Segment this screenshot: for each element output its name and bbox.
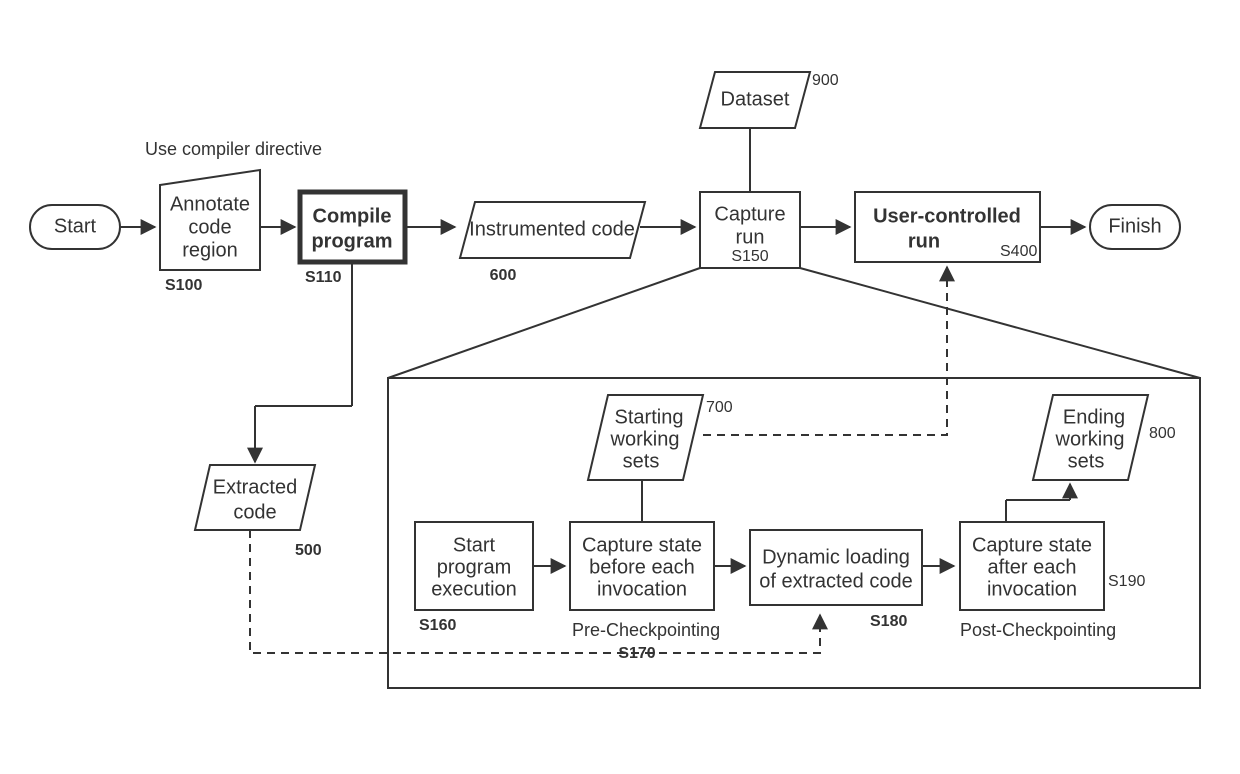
svg-text:Capture state: Capture state (582, 534, 702, 556)
ending-sets-node: Ending working sets 800 (1033, 395, 1176, 480)
svg-text:run: run (736, 226, 765, 248)
flowchart: Use compiler directive Start Annotate co… (0, 0, 1240, 774)
capture-run-node: Capture run S150 (700, 192, 800, 268)
user-controlled-node: User-controlled run S400 (855, 192, 1040, 262)
dynamic-load-node: Dynamic loading of extracted code S180 (750, 530, 922, 630)
annotation-label: Use compiler directive (145, 139, 322, 159)
svg-text:Dynamic loading: Dynamic loading (762, 546, 910, 568)
capture-after-node: Capture state after each invocation S190… (960, 522, 1145, 640)
start-node: Start (30, 205, 120, 249)
svg-text:Dataset: Dataset (721, 88, 790, 110)
svg-text:code: code (188, 216, 231, 238)
svg-text:S160: S160 (419, 617, 456, 634)
svg-text:of extracted code: of extracted code (759, 570, 912, 592)
start-exec-node: Start program execution S160 (415, 522, 533, 634)
svg-text:run: run (908, 230, 940, 252)
svg-text:700: 700 (706, 399, 733, 416)
svg-text:S100: S100 (165, 277, 202, 294)
svg-text:Capture state: Capture state (972, 534, 1092, 556)
svg-text:User-controlled: User-controlled (873, 205, 1021, 227)
dataset-node: Dataset 900 (700, 72, 839, 128)
svg-text:Capture: Capture (714, 203, 785, 225)
finish-text: Finish (1108, 215, 1161, 237)
svg-text:sets: sets (623, 450, 660, 472)
svg-text:Ending: Ending (1063, 406, 1125, 428)
svg-text:S190: S190 (1108, 573, 1145, 590)
svg-text:800: 800 (1149, 425, 1176, 442)
svg-text:before each: before each (589, 556, 695, 578)
svg-text:S400: S400 (1000, 243, 1037, 260)
svg-text:working: working (610, 428, 680, 450)
svg-text:program: program (437, 556, 511, 578)
capture-before-node: Capture state before each invocation S17… (570, 522, 720, 662)
annotate-node: Annotate code region S100 (160, 170, 260, 294)
svg-text:invocation: invocation (987, 578, 1077, 600)
expand-right (800, 268, 1200, 378)
extracted-code-node: Extracted code 500 (195, 465, 322, 559)
svg-text:S110: S110 (305, 269, 342, 286)
svg-text:Start: Start (453, 534, 496, 556)
start-text: Start (54, 215, 97, 237)
svg-text:S150: S150 (731, 248, 768, 265)
svg-text:S180: S180 (870, 613, 907, 630)
svg-text:working: working (1055, 428, 1125, 450)
instrumented-node: Instrumented code 600 (460, 202, 645, 284)
svg-text:Compile: Compile (313, 205, 392, 227)
svg-text:program: program (311, 230, 392, 252)
svg-text:Annotate: Annotate (170, 193, 250, 215)
svg-text:region: region (182, 239, 238, 261)
svg-text:Instrumented code: Instrumented code (469, 218, 635, 240)
svg-text:execution: execution (431, 578, 517, 600)
svg-text:500: 500 (295, 542, 322, 559)
svg-text:Pre-Checkpointing: Pre-Checkpointing (572, 620, 720, 640)
svg-text:invocation: invocation (597, 578, 687, 600)
svg-text:600: 600 (490, 267, 517, 284)
edge-sws-user (703, 267, 947, 435)
finish-node: Finish (1090, 205, 1180, 249)
svg-text:Post-Checkpointing: Post-Checkpointing (960, 620, 1116, 640)
svg-text:Extracted: Extracted (213, 476, 297, 498)
svg-text:sets: sets (1068, 450, 1105, 472)
starting-sets-node: Starting working sets 700 (588, 395, 733, 480)
svg-text:after each: after each (988, 556, 1077, 578)
svg-text:S170: S170 (618, 645, 655, 662)
svg-text:Starting: Starting (615, 406, 684, 428)
expand-left (388, 268, 700, 378)
svg-text:code: code (233, 501, 276, 523)
edge-extracted-dynload (250, 530, 820, 653)
svg-text:900: 900 (812, 72, 839, 89)
